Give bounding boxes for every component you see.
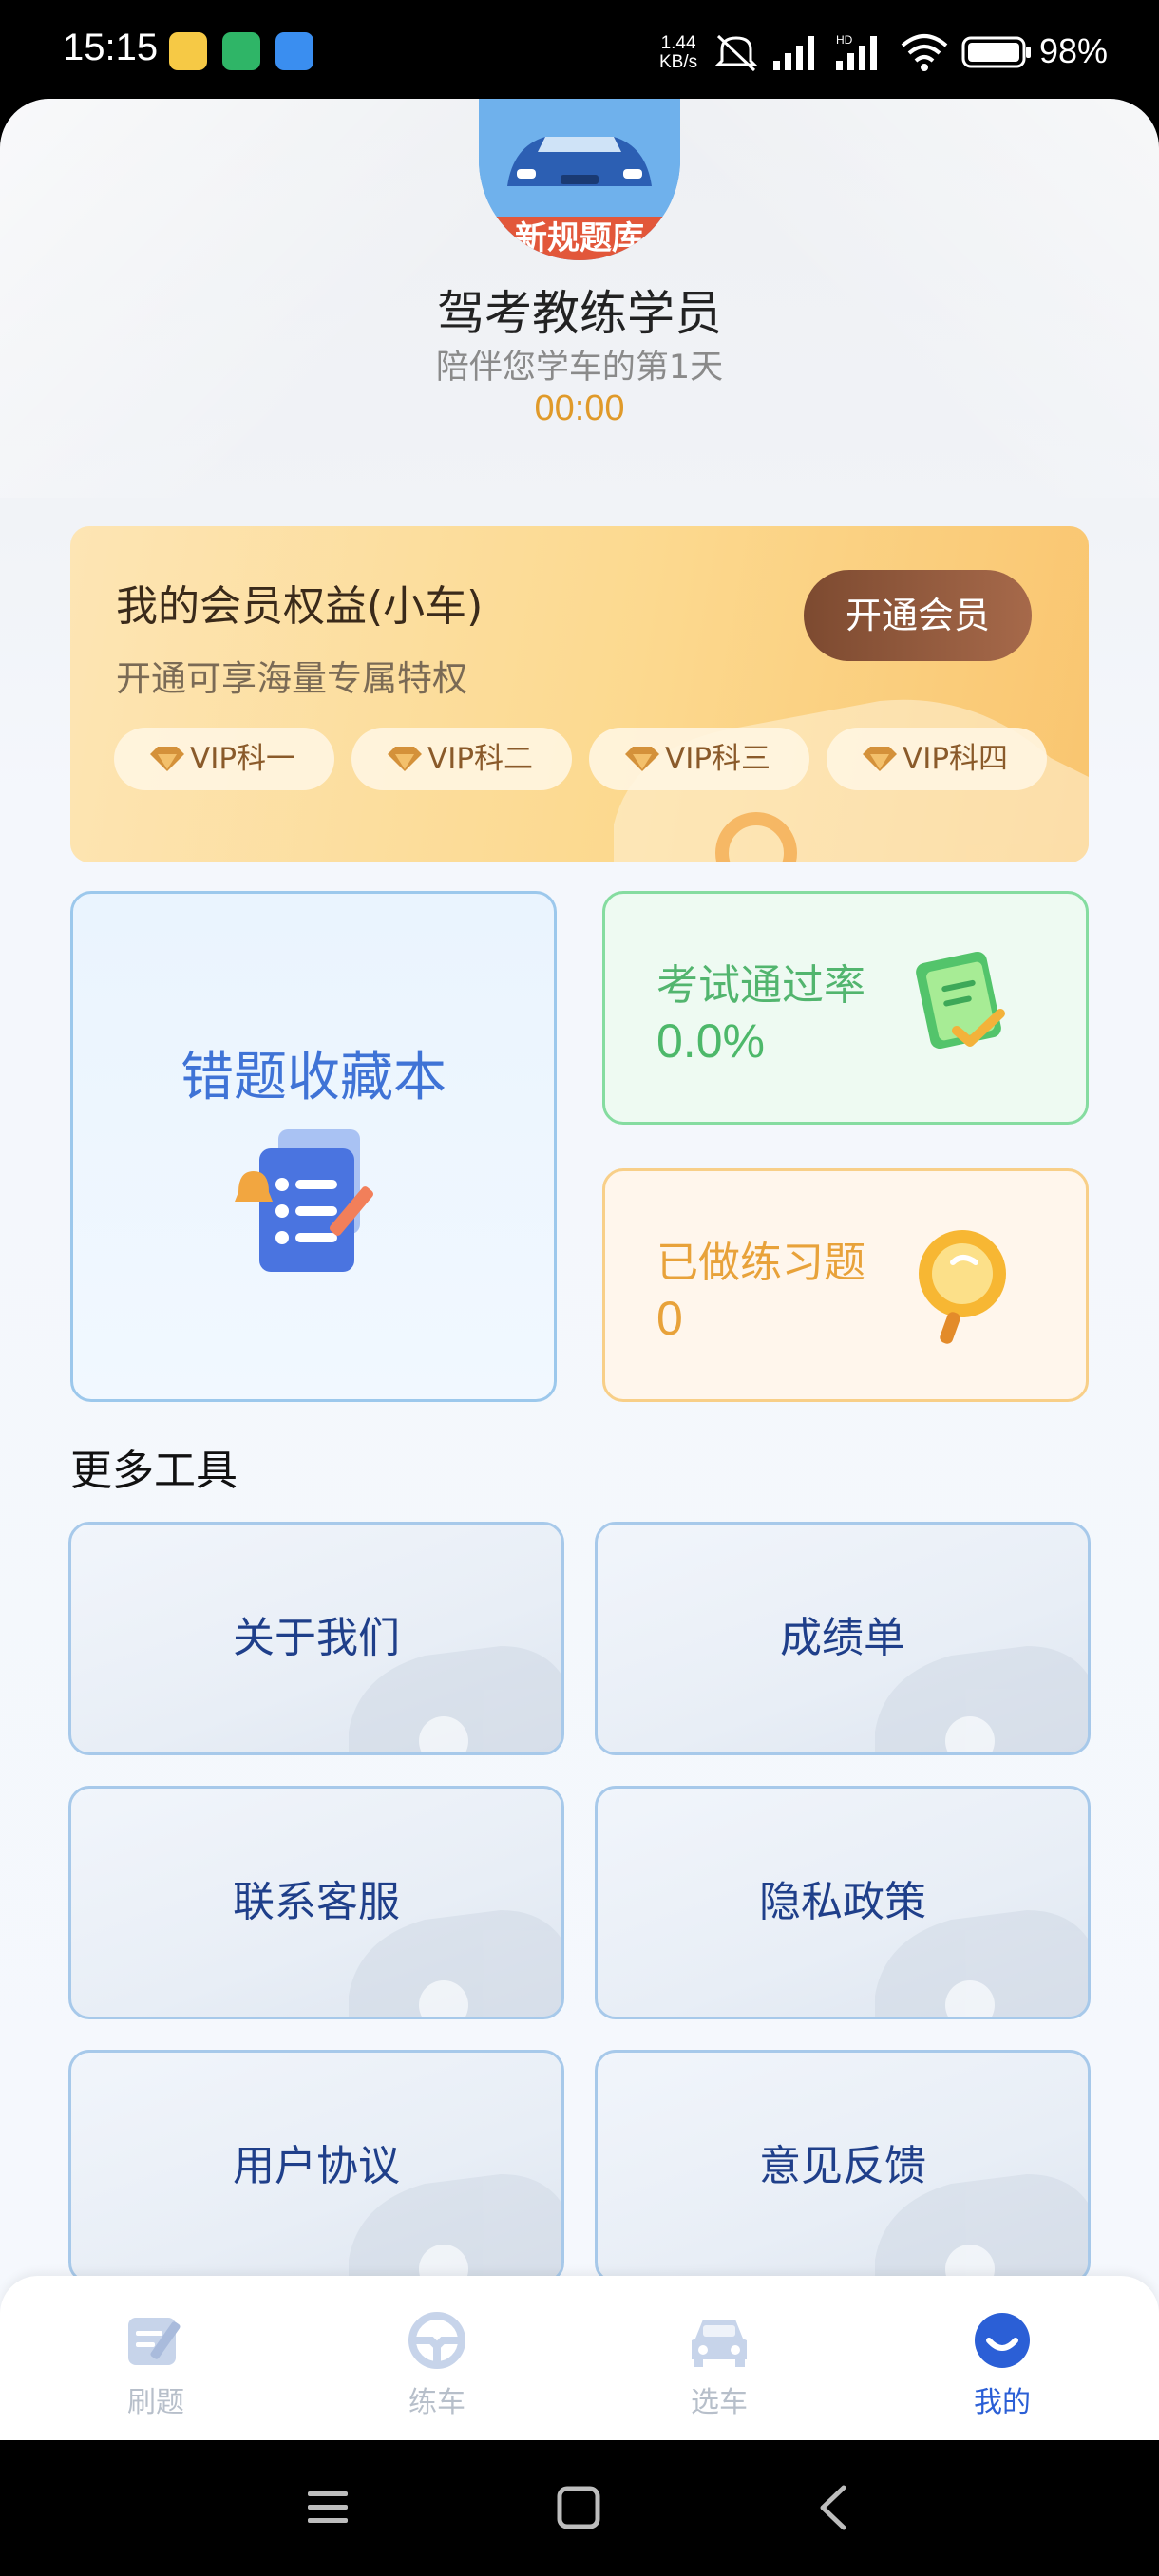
- vip-tag-subject-3[interactable]: VIP科三: [589, 728, 809, 790]
- hd-signal-icon: HD: [836, 33, 877, 70]
- status-bar: 15:15 1.44 KB/s HD 98%: [0, 0, 1159, 103]
- back-icon[interactable]: [815, 2484, 853, 2531]
- feedback-button[interactable]: 意见反馈: [595, 2050, 1091, 2283]
- steering-wheel-icon: [408, 2312, 466, 2369]
- status-time: 15:15: [63, 27, 159, 68]
- bottom-nav: 刷题 练车 选车 我的: [0, 2276, 1159, 2440]
- more-tools-title: 更多工具: [70, 1447, 238, 1495]
- avatar[interactable]: 新规题库: [479, 99, 680, 260]
- vip-tag-subject-2[interactable]: VIP科二: [352, 728, 572, 790]
- signal-icon: [773, 36, 814, 70]
- tool-label: 成绩单: [780, 1614, 905, 1662]
- practice-done-card[interactable]: 已做练习题 0: [602, 1168, 1089, 1402]
- pass-rate-value: 0.0%: [656, 1014, 765, 1068]
- practice-done-label: 已做练习题: [656, 1239, 865, 1287]
- vip-title: 我的会员权益(小车): [116, 582, 484, 631]
- smile-profile-icon: [975, 2313, 1030, 2368]
- profile-page: 新规题库 驾考教练学员 陪伴您学车的第1天 00:00 我的会员权益(小车) 开…: [0, 99, 1159, 2440]
- wrong-book-title: 错题收藏本: [180, 1047, 446, 1108]
- menu-icon[interactable]: [304, 2486, 352, 2529]
- diamond-icon: [150, 747, 184, 771]
- companion-days: 陪伴您学车的第1天: [435, 349, 724, 387]
- system-navigation-bar: [0, 2440, 1159, 2576]
- tool-label: 用户协议: [233, 2142, 400, 2190]
- app-notification-icon: [276, 32, 314, 70]
- about-us-button[interactable]: 关于我们: [68, 1522, 564, 1755]
- document-list-icon: [235, 1129, 374, 1272]
- vip-tag-label: VIP科二: [428, 742, 534, 776]
- home-icon[interactable]: [555, 2484, 602, 2531]
- username: 驾考教练学员: [437, 286, 722, 341]
- nav-label: 选车: [691, 2386, 748, 2419]
- battery-icon: [961, 36, 1031, 68]
- vip-tag-label: VIP科四: [902, 742, 1009, 776]
- nav-label: 练车: [408, 2386, 466, 2419]
- svg-text:HD: HD: [836, 33, 853, 47]
- vip-tag-subject-1[interactable]: VIP科一: [114, 728, 334, 790]
- nav-item-practice[interactable]: 刷题: [80, 2312, 232, 2420]
- open-vip-button[interactable]: 开通会员: [804, 570, 1032, 661]
- edit-note-icon: [128, 2318, 180, 2365]
- avatar-label: 新规题库: [479, 217, 680, 260]
- nav-item-select-car[interactable]: 选车: [643, 2312, 795, 2420]
- sports-car-icon: [479, 99, 680, 222]
- contact-support-button[interactable]: 联系客服: [68, 1786, 564, 2019]
- nav-item-drive[interactable]: 练车: [361, 2312, 513, 2420]
- vip-tag-label: VIP科三: [665, 742, 771, 776]
- diamond-icon: [388, 747, 422, 771]
- pass-rate-card[interactable]: 考试通过率 0.0%: [602, 891, 1089, 1125]
- magnifier-icon: [919, 1230, 1006, 1344]
- score-report-button[interactable]: 成绩单: [595, 1522, 1091, 1755]
- pass-rate-label: 考试通过率: [656, 961, 865, 1010]
- user-agreement-button[interactable]: 用户协议: [68, 2050, 564, 2283]
- diamond-icon: [863, 747, 897, 771]
- vip-tag-label: VIP科一: [190, 742, 296, 776]
- checklist-icon: [916, 951, 1005, 1050]
- app-notification-icon: [169, 32, 207, 70]
- mute-icon: [714, 34, 758, 72]
- study-timer: 00:00: [534, 388, 625, 428]
- nav-label: 刷题: [127, 2386, 184, 2419]
- wifi-icon: [901, 34, 948, 71]
- practice-done-value: 0: [656, 1292, 683, 1345]
- car-icon: [692, 2320, 747, 2367]
- privacy-policy-button[interactable]: 隐私政策: [595, 1786, 1091, 2019]
- tool-label: 关于我们: [233, 1614, 400, 1662]
- nav-label: 我的: [974, 2386, 1031, 2419]
- tool-label: 隐私政策: [759, 1878, 926, 1926]
- vip-card[interactable]: 我的会员权益(小车) 开通可享海量专属特权 开通会员 VIP科一 VIP科二 V…: [70, 526, 1089, 862]
- net-speed: 1.44 KB/s: [659, 33, 698, 72]
- battery-percent: 98%: [1039, 31, 1109, 70]
- app-notification-icon: [222, 32, 260, 70]
- wrong-question-book-card[interactable]: 错题收藏本: [70, 891, 557, 1402]
- vip-subtitle: 开通可享海量专属特权: [116, 658, 467, 699]
- tool-label: 意见反馈: [759, 2142, 926, 2190]
- vip-tag-subject-4[interactable]: VIP科四: [826, 728, 1047, 790]
- nav-item-mine[interactable]: 我的: [926, 2312, 1078, 2420]
- diamond-icon: [625, 747, 659, 771]
- tool-label: 联系客服: [233, 1878, 400, 1926]
